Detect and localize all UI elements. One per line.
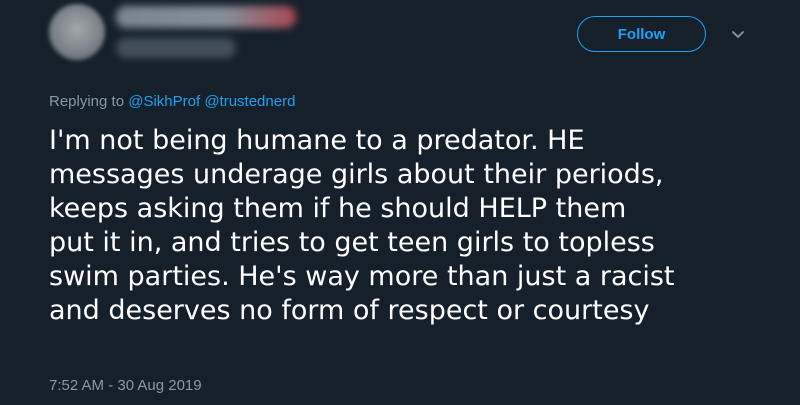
follow-button[interactable]: Follow (577, 16, 706, 52)
avatar[interactable] (49, 4, 105, 60)
tweet-text-line: and deserves no form of respect or court… (49, 295, 650, 326)
tweet-text-line: put it in, and tries to get teen girls t… (49, 227, 655, 258)
replying-to: Replying to @SikhProf @trustednerd (49, 93, 295, 110)
mention-link-sikhprof[interactable]: @SikhProf (128, 93, 200, 110)
mention-link-trustednerd[interactable]: @trustednerd (204, 93, 295, 110)
tweet-text-line: swim parties. He's way more than just a … (49, 261, 675, 292)
tweet-text-line: keeps asking them if he should HELP them (49, 193, 627, 224)
tweet-text-line: I'm not being humane to a predator. HE (49, 125, 585, 156)
tweet-text: I'm not being humane to a predator. HE m… (49, 124, 769, 328)
username-redacted[interactable] (116, 38, 236, 58)
display-name-redacted[interactable] (116, 6, 296, 28)
replying-to-label: Replying to (49, 93, 125, 110)
tweet-card: Follow Replying to @SikhProf @trustedner… (0, 0, 800, 405)
tweet-text-line: messages underage girls about their peri… (49, 159, 664, 190)
tweet-timestamp[interactable]: 7:52 AM - 30 Aug 2019 (49, 377, 202, 394)
chevron-down-icon[interactable] (730, 26, 746, 42)
